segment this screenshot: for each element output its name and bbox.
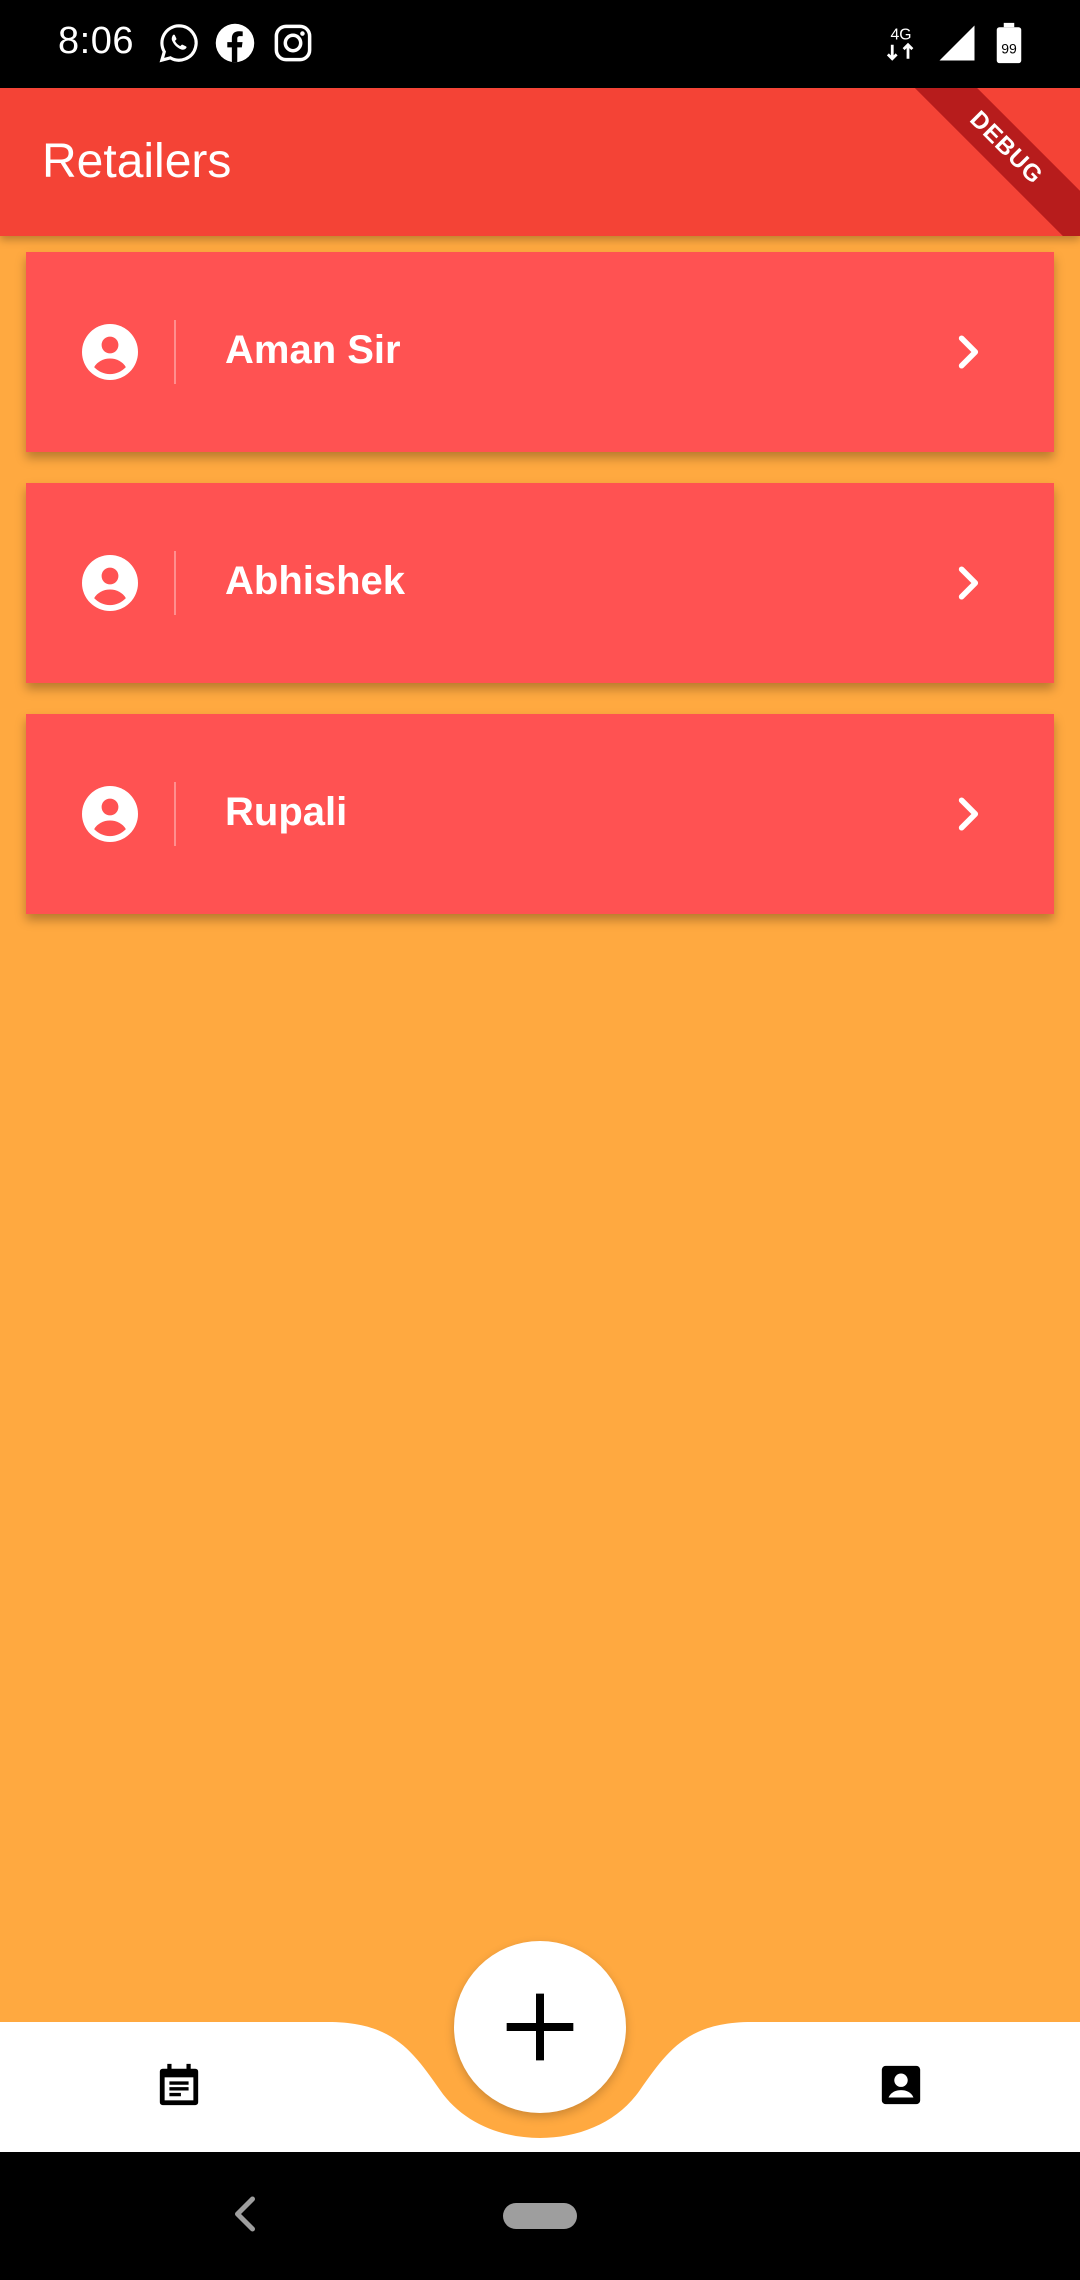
battery-icon: 99 — [996, 22, 1022, 64]
page-title: Retailers — [42, 135, 232, 188]
whatsapp-icon — [159, 24, 198, 63]
add-icon — [506, 1993, 574, 2061]
contact-icon[interactable] — [878, 2062, 924, 2108]
status-time: 8:06 — [58, 20, 134, 62]
back-icon[interactable] — [230, 2194, 260, 2234]
retailer-card[interactable]: Aman Sir — [26, 252, 1054, 452]
debug-banner: DEBUG — [891, 88, 1080, 236]
home-button[interactable] — [503, 2203, 577, 2229]
bottom-navigation — [0, 1900, 1080, 2152]
facebook-icon — [215, 23, 255, 63]
retailer-name: Rupali — [225, 790, 348, 834]
svg-text:99: 99 — [1001, 41, 1017, 57]
retailer-card[interactable]: Rupali — [26, 714, 1054, 914]
signal-icon — [939, 25, 975, 61]
retailer-list-area: Aman Sir Abhishek Rupali — [0, 236, 1080, 2020]
chevron-right-icon — [958, 566, 979, 600]
retailer-list: Aman Sir Abhishek Rupali — [26, 252, 1054, 945]
retailer-name: Abhishek — [225, 559, 406, 603]
app-screen: 8:06 4G 99 Retailers DEBUG Aman Sir Abhi… — [0, 0, 1080, 2280]
system-navigation-bar — [0, 2152, 1080, 2280]
chevron-right-icon — [958, 335, 979, 369]
svg-text:4G: 4G — [890, 27, 911, 44]
card-divider — [174, 782, 176, 846]
account-circle-icon — [82, 786, 138, 842]
calendar-icon[interactable] — [156, 2062, 202, 2108]
chevron-right-icon — [958, 797, 979, 831]
account-circle-icon — [82, 324, 138, 380]
retailer-name: Aman Sir — [225, 328, 401, 372]
account-circle-icon — [82, 555, 138, 611]
retailer-card[interactable]: Abhishek — [26, 483, 1054, 683]
add-retailer-button[interactable] — [454, 1941, 626, 2113]
app-bar: Retailers DEBUG — [0, 88, 1080, 236]
card-divider — [174, 551, 176, 615]
card-divider — [174, 320, 176, 384]
instagram-icon — [274, 24, 312, 62]
network-4g-icon: 4G — [886, 27, 914, 61]
status-bar: 8:06 4G 99 — [0, 0, 1080, 88]
